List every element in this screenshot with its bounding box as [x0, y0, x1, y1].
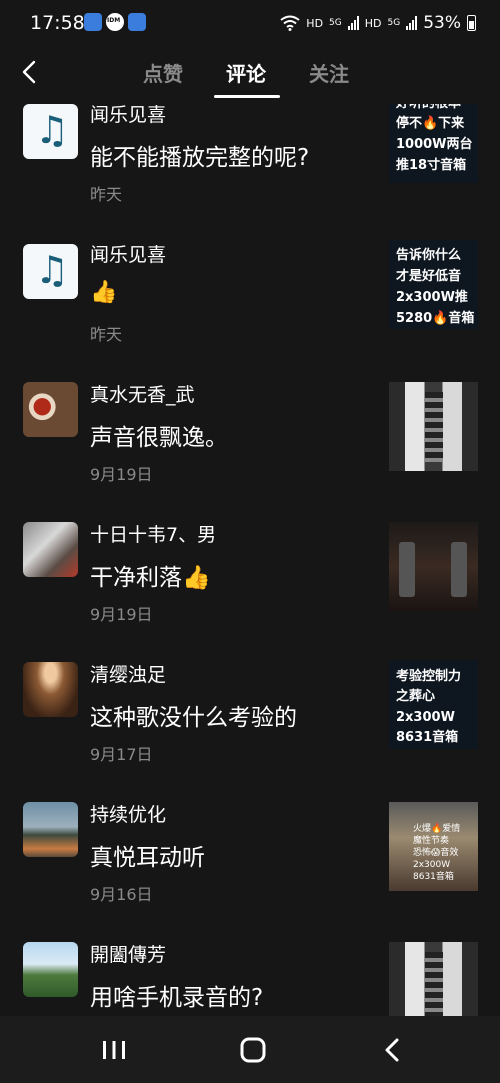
thumbnail-caption-line: 火爆🔥爱情	[413, 824, 461, 834]
video-thumbnail[interactable]: 告诉你什么 才是好低音 2x300W推 5280🔥音箱	[389, 240, 478, 329]
status-time: 17:58	[30, 12, 85, 34]
comment-row[interactable]: 十日十韦7、男 干净利落👍 9月19日	[0, 517, 500, 657]
comment-date: 9月16日	[90, 885, 153, 904]
comment-row[interactable]: 持续优化 真悦耳动听 9月16日 火爆🔥爱情 魔性节奏 恐怖😱音效 2x300W…	[0, 797, 500, 937]
comment-row[interactable]: 闻乐见喜 能不能播放完整的呢? 昨天 好听的根本 停不🔥下来 1000W两台 推…	[0, 104, 500, 237]
thumbnail-caption-line: 8631音箱	[413, 872, 454, 882]
signal-5g-1: 5G	[329, 18, 342, 28]
thumbnail-caption-line: 8631音箱	[396, 730, 459, 745]
video-thumbnail[interactable]	[389, 382, 478, 471]
home-button[interactable]	[235, 1032, 271, 1068]
status-indicators: HD 5G HD 5G 53%	[280, 13, 476, 33]
thumbnail-caption-line: 2x300W推	[396, 290, 468, 305]
network-hd-1: HD	[306, 16, 324, 30]
comment-text: 干净利落👍	[90, 565, 211, 591]
comment-text: 能不能播放完整的呢?	[90, 145, 310, 171]
thumbnail-caption-line: 2x300W	[413, 860, 451, 870]
signal-bars-icon	[406, 16, 418, 30]
thumbnail-caption-line: 1000W两台	[396, 137, 473, 152]
comment-text: 声音很飘逸。	[90, 425, 228, 451]
signal-bars-icon	[347, 16, 359, 30]
comment-username[interactable]: 開闔傳芳	[90, 940, 166, 967]
avatar[interactable]	[23, 244, 78, 299]
recents-icon	[103, 1041, 125, 1059]
avatar[interactable]	[23, 662, 78, 717]
comment-date: 9月19日	[90, 465, 153, 484]
tab-comments[interactable]: 评论	[226, 58, 266, 87]
wifi-icon	[280, 15, 300, 31]
comment-list[interactable]: 闻乐见喜 能不能播放完整的呢? 昨天 好听的根本 停不🔥下来 1000W两台 推…	[0, 104, 500, 1016]
comment-username[interactable]: 闻乐见喜	[90, 240, 166, 267]
system-back-button[interactable]	[375, 1032, 411, 1068]
chevron-left-icon	[22, 60, 36, 84]
tab-follow[interactable]: 关注	[309, 58, 349, 87]
avatar[interactable]	[23, 802, 78, 857]
comment-text: 用啥手机录音的?	[90, 985, 264, 1011]
thumbnail-caption-line: 告诉你什么	[396, 248, 462, 263]
active-tab-indicator	[214, 95, 280, 98]
thumbnail-caption-line: 之葬心	[396, 689, 436, 704]
comment-row[interactable]: 闻乐见喜 👍 昨天 告诉你什么 才是好低音 2x300W推 5280🔥音箱	[0, 237, 500, 377]
comment-text: 真悦耳动听	[90, 845, 205, 871]
status-bar: 17:58 HD 5G HD 5G 53%	[0, 0, 500, 44]
shield-notification-icon	[128, 13, 146, 31]
avatar[interactable]	[23, 382, 78, 437]
avatar[interactable]	[23, 942, 78, 997]
comment-row[interactable]: 真水无香_武 声音很飘逸。 9月19日	[0, 377, 500, 517]
avatar[interactable]	[23, 522, 78, 577]
thumbnail-caption-line: 2x300W	[396, 710, 455, 725]
battery-icon	[467, 15, 476, 31]
comment-date: 9月17日	[90, 745, 153, 764]
screen: 17:58 HD 5G HD 5G 53% 点赞	[0, 0, 500, 1083]
video-thumbnail[interactable]	[389, 522, 478, 611]
tab-likes[interactable]: 点赞	[143, 58, 183, 87]
comment-date: 昨天	[90, 185, 123, 204]
thumbnail-caption-line: 才是好低音	[396, 269, 462, 284]
network-hd-2: HD	[364, 16, 382, 30]
comment-username[interactable]: 闻乐见喜	[90, 104, 166, 127]
app-notification-icon	[84, 13, 102, 31]
comment-date: 昨天	[90, 325, 123, 344]
battery-percent: 53%	[423, 13, 461, 33]
video-thumbnail[interactable]: 考验控制力 之葬心 2x300W 8631音箱	[389, 660, 478, 749]
video-thumbnail[interactable]: 火爆🔥爱情 魔性节奏 恐怖😱音效 2x300W 8631音箱	[389, 802, 478, 891]
thumbnail-caption-line: 推18寸音箱	[396, 158, 467, 173]
comment-username[interactable]: 清缨浊足	[90, 660, 166, 687]
thumbnail-caption-line: 考验控制力	[396, 669, 462, 684]
chevron-left-icon	[385, 1038, 399, 1062]
thumbs-up-emoji: 👍	[90, 280, 118, 305]
header: 点赞 评论 关注	[0, 44, 500, 104]
thumbnail-caption-line: 好听的根本	[396, 104, 461, 112]
idm-notification-icon	[106, 13, 124, 31]
thumbnail-caption-line: 恐怖😱音效	[413, 848, 459, 858]
thumbnail-caption-line: 5280🔥音箱	[396, 311, 475, 326]
signal-5g-2: 5G	[387, 18, 401, 28]
avatar[interactable]	[23, 104, 78, 159]
comment-username[interactable]: 持续优化	[90, 800, 166, 827]
comment-row[interactable]: 開闔傳芳 用啥手机录音的?	[0, 937, 500, 1016]
system-nav-bar	[0, 1016, 500, 1083]
recents-button[interactable]	[96, 1032, 132, 1068]
comment-username[interactable]: 真水无香_武	[90, 380, 195, 407]
thumbnail-caption-line: 魔性节奏	[413, 836, 450, 846]
video-thumbnail[interactable]: 好听的根本 停不🔥下来 1000W两台 推18寸音箱	[389, 104, 478, 183]
video-thumbnail[interactable]	[389, 942, 478, 1016]
comment-date: 9月19日	[90, 605, 153, 624]
comment-username[interactable]: 十日十韦7、男	[90, 520, 216, 547]
comment-row[interactable]: 清缨浊足 这种歌没什么考验的 9月17日 考验控制力 之葬心 2x300W 86…	[0, 657, 500, 797]
home-icon	[240, 1037, 266, 1063]
comment-text: 这种歌没什么考验的	[90, 705, 297, 731]
back-button[interactable]	[14, 56, 46, 88]
thumbnail-caption-line: 停不🔥下来	[396, 116, 465, 131]
